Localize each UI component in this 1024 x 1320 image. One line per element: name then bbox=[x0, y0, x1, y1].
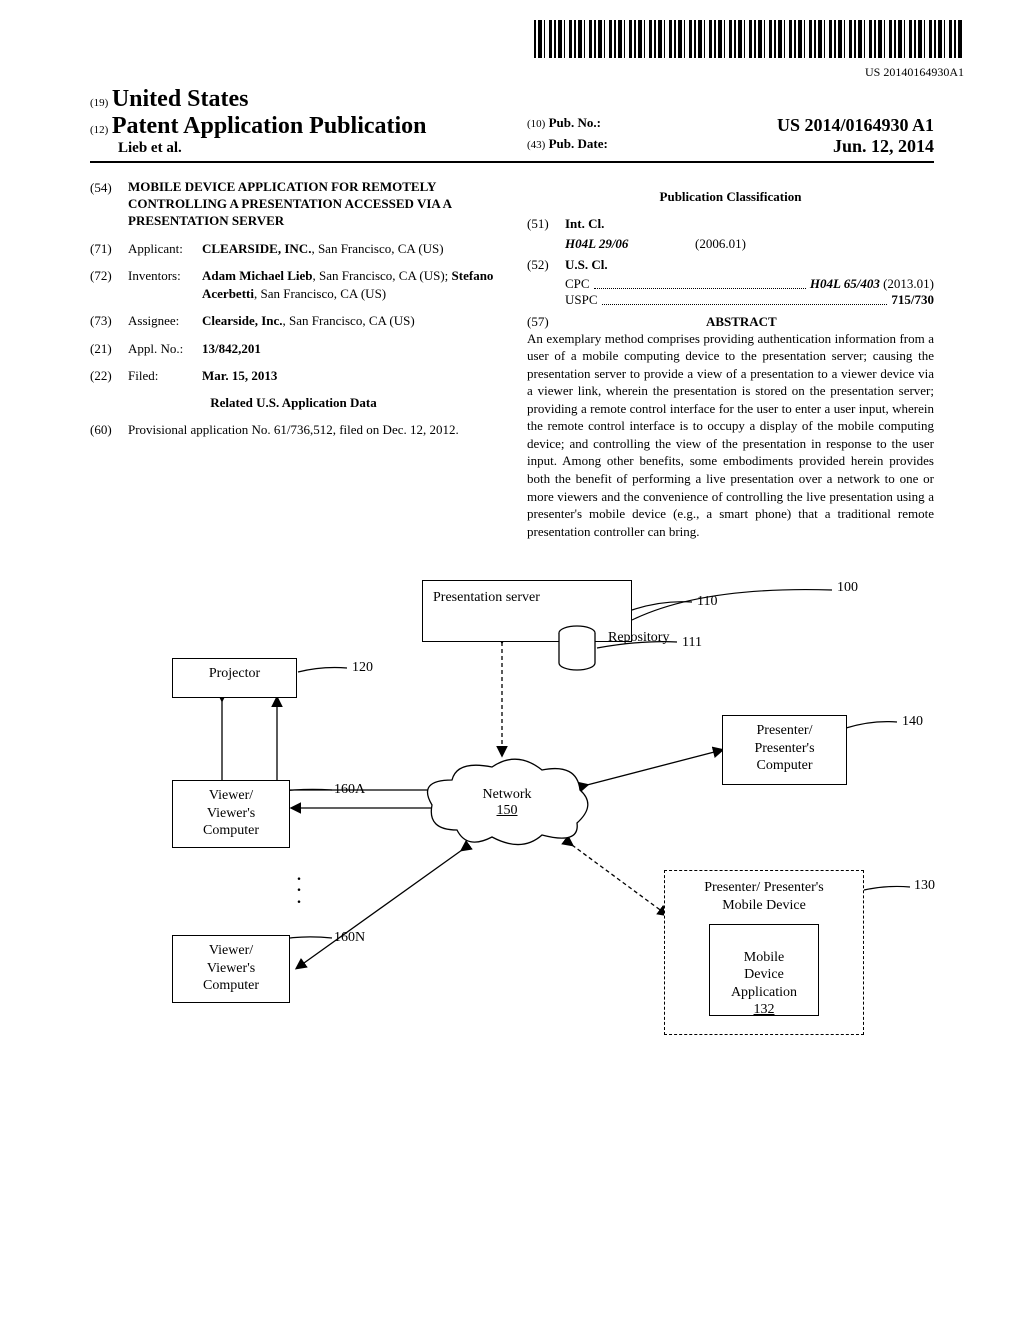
country: United States bbox=[112, 86, 249, 112]
lead-130: 130 bbox=[914, 878, 935, 894]
f21-lbl: Appl. No.: bbox=[128, 340, 202, 358]
f52-lbl: U.S. Cl. bbox=[565, 257, 608, 272]
barcode-text: US 20140164930A1 bbox=[90, 65, 964, 80]
f73-lbl: Assignee: bbox=[128, 312, 202, 330]
box-viewer-n: Viewer/ Viewer's Computer bbox=[172, 935, 290, 1003]
f22-num: (22) bbox=[90, 367, 128, 385]
f21-val: 13/842,201 bbox=[202, 340, 497, 358]
dotted-line bbox=[602, 294, 888, 305]
barcode bbox=[534, 20, 964, 58]
pubno: US 2014/0164930 A1 bbox=[777, 115, 934, 136]
author-line: Lieb et al. bbox=[90, 140, 497, 157]
code-10: (10) bbox=[527, 118, 545, 130]
invention-title: MOBILE DEVICE APPLICATION FOR REMOTELY C… bbox=[128, 179, 497, 230]
barcode-area: US 20140164930A1 bbox=[90, 20, 964, 80]
cpc-lbl: CPC bbox=[565, 276, 590, 292]
cylinder-icon bbox=[557, 625, 597, 673]
bib-data: (54) MOBILE DEVICE APPLICATION FOR REMOT… bbox=[90, 179, 934, 540]
abstract-text: An exemplary method comprises providing … bbox=[527, 330, 934, 541]
f54-num: (54) bbox=[90, 179, 128, 230]
lead-110: 110 bbox=[697, 594, 717, 610]
f51-date: (2006.01) bbox=[695, 235, 746, 253]
lead-120: 120 bbox=[352, 660, 373, 676]
f51-num: (51) bbox=[527, 215, 565, 233]
f71-val: CLEARSIDE, INC., San Francisco, CA (US) bbox=[202, 240, 497, 258]
lead-140: 140 bbox=[902, 714, 923, 730]
f71-num: (71) bbox=[90, 240, 128, 258]
f72-val: Adam Michael Lieb, San Francisco, CA (US… bbox=[202, 267, 497, 302]
cpc-val: H04L 65/403 bbox=[810, 276, 880, 291]
box-viewer-a: Viewer/ Viewer's Computer bbox=[172, 780, 290, 848]
box-presenter-mobile: Presenter/ Presenter's Mobile Device Mob… bbox=[664, 870, 864, 1035]
code-19: (19) bbox=[90, 97, 108, 109]
pubdate-label: Pub. Date: bbox=[549, 136, 608, 151]
f72-num: (72) bbox=[90, 267, 128, 302]
f52-num: (52) bbox=[527, 256, 565, 274]
pubclass-title: Publication Classification bbox=[527, 189, 934, 205]
header: (19) United States (12) Patent Applicati… bbox=[90, 86, 934, 163]
box-presenter-computer: Presenter/ Presenter's Computer bbox=[722, 715, 847, 785]
pubdate: Jun. 12, 2014 bbox=[833, 136, 934, 157]
lead-100: 100 bbox=[837, 580, 858, 596]
label-repository: Repository bbox=[608, 630, 669, 646]
uspc-val: 715/730 bbox=[891, 292, 934, 307]
f51-class: H04L 29/06 bbox=[565, 236, 628, 251]
f60-num: (60) bbox=[90, 421, 128, 439]
f73-val: Clearside, Inc., San Francisco, CA (US) bbox=[202, 312, 497, 330]
f51-lbl: Int. Cl. bbox=[565, 216, 604, 231]
lead-160n: 160N bbox=[334, 930, 365, 946]
abstract-lbl: ABSTRACT bbox=[706, 314, 777, 329]
lead-111: 111 bbox=[682, 635, 702, 651]
code-12: (12) bbox=[90, 124, 108, 136]
f21-num: (21) bbox=[90, 340, 128, 358]
dotted-line bbox=[594, 278, 806, 289]
f71-lbl: Applicant: bbox=[128, 240, 202, 258]
pub-title: Patent Application Publication bbox=[112, 113, 427, 139]
box-projector: Projector bbox=[172, 658, 297, 698]
f22-lbl: Filed: bbox=[128, 367, 202, 385]
uspc-lbl: USPC bbox=[565, 292, 598, 308]
f57-num: (57) bbox=[527, 314, 549, 330]
box-mobile-app: Mobile Device Application132 bbox=[709, 924, 819, 1016]
ellipsis-icon: ... bbox=[297, 870, 301, 904]
figure-1: Presentation server Repository 111 110 1… bbox=[102, 570, 922, 1080]
cloud-network: Network150 bbox=[422, 755, 592, 850]
f22-val: Mar. 15, 2013 bbox=[202, 367, 497, 385]
lead-160a: 160A bbox=[334, 782, 365, 798]
cpc-date: (2013.01) bbox=[883, 276, 934, 291]
f72-lbl: Inventors: bbox=[128, 267, 202, 302]
pubno-label: Pub. No.: bbox=[549, 115, 601, 130]
f73-num: (73) bbox=[90, 312, 128, 330]
related-title: Related U.S. Application Data bbox=[90, 395, 497, 411]
box-presentation-server: Presentation server bbox=[422, 580, 632, 642]
code-43: (43) bbox=[527, 139, 545, 151]
f60-val: Provisional application No. 61/736,512, … bbox=[128, 421, 497, 439]
